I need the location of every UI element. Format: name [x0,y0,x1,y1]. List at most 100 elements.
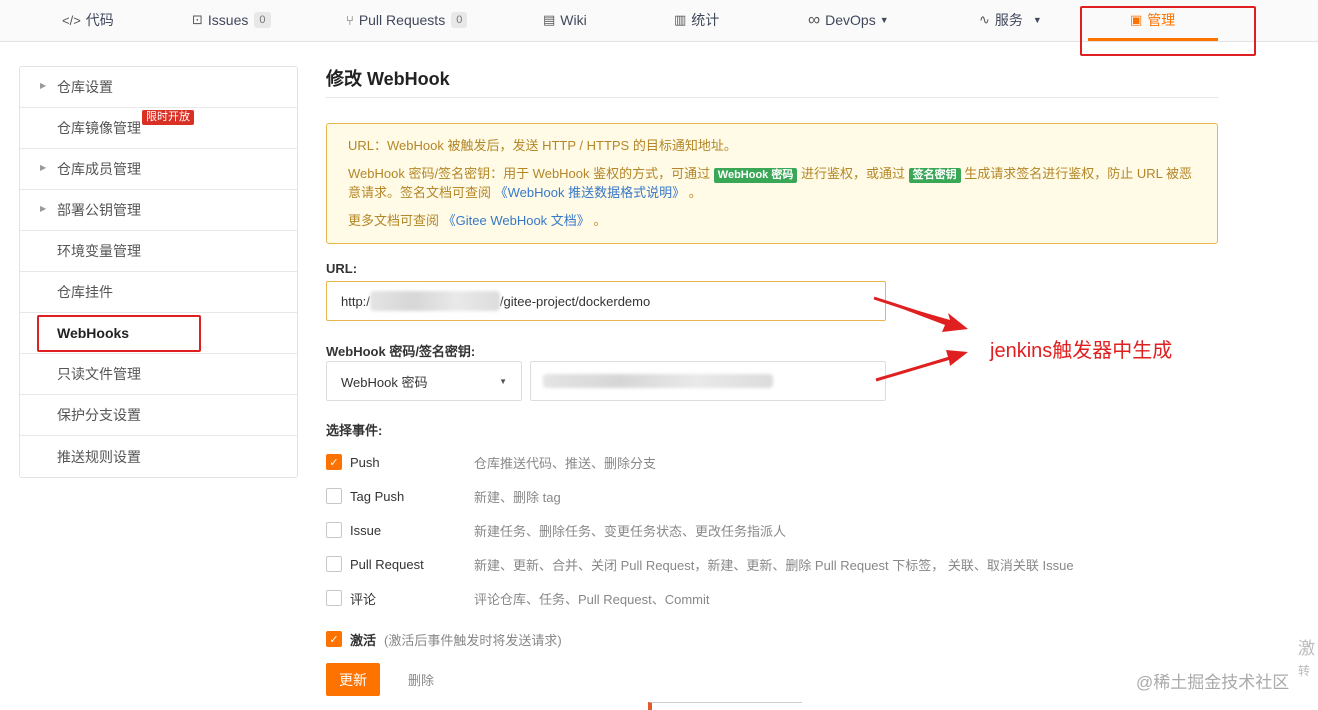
event-desc: 评论仓库、任务、Pull Request、Commit [474,591,710,607]
secret-type-value: WebHook 密码 [341,374,428,390]
sidebar-item-label: 仓库挂件 [57,284,113,300]
sidebar-item-widgets[interactable]: 仓库挂件 [20,272,297,313]
highlight-box-manage [1080,6,1256,56]
watermark: @稀土掘金技术社区 [1136,673,1290,692]
notice-text: 更多文档可查阅 [348,213,440,228]
sidebar-item-label: 部署公钥管理 [57,202,141,218]
event-desc: 仓库推送代码、推送、删除分支 [474,455,657,471]
settings-sidebar: ▶ 仓库设置 仓库镜像管理 限时开放 ▶ 仓库成员管理 ▶ 部署公钥管理 环境变… [19,66,298,478]
sidebar-item-label: 只读文件管理 [57,366,141,382]
tab-wiki-label: Wiki [560,12,587,28]
notice-secret-text: WebHook 密码/签名密钥：用于 WebHook 鉴权的方式，可通过 Web… [348,164,1196,202]
watermark-side: 激 [1298,639,1315,658]
notice-more-docs: 更多文档可查阅 《Gitee WebHook 文档》 。 [348,211,1196,230]
delete-button[interactable]: 删除 [394,663,448,696]
event-name: Push [350,454,380,470]
tab-services[interactable]: ∿ 服务 ▼ [979,0,1042,40]
webhook-format-doc-link[interactable]: 《WebHook 推送数据格式说明》 [495,185,685,200]
events-label: 选择事件: [326,423,383,438]
activate-checkbox[interactable]: ✓ [326,631,342,647]
activate-hint: (激活后事件触发时将发送请求) [384,632,562,648]
activate-label: 激活 [350,632,377,648]
tab-code[interactable]: </> 代码 [62,0,114,40]
tab-services-label: 服务 [994,12,1023,28]
sidebar-item-repo-settings[interactable]: ▶ 仓库设置 [20,67,297,108]
event-issue-row[interactable]: Issue 新建任务、删除任务、变更任务状态、更改任务指派人 [326,520,786,540]
caret-right-icon: ▶ [40,163,47,172]
event-pull-request-row[interactable]: Pull Request 新建、更新、合并、关闭 Pull Request，新建… [326,554,1074,574]
event-name: Issue [350,522,382,538]
limited-open-badge: 限时开放 [142,110,194,125]
sidebar-item-label: 推送规则设置 [57,448,141,465]
sidebar-item-deploy-keys[interactable]: ▶ 部署公钥管理 [20,190,297,231]
notice-url-text: URL：WebHook 被触发后，发送 HTTP / HTTPS 的目标通知地址… [348,138,737,153]
chevron-down-icon: ▼ [499,376,507,386]
comment-checkbox[interactable] [326,590,342,606]
sidebar-item-label: 仓库成员管理 [57,161,141,177]
wiki-icon: ▤ [543,12,556,27]
caret-right-icon: ▶ [40,204,47,213]
issue-checkbox[interactable] [326,522,342,538]
sidebar-item-push-rules[interactable]: 推送规则设置 [20,436,297,477]
cropped-footer-element [648,702,802,710]
sidebar-item-label: 仓库设置 [57,79,113,95]
gitee-webhook-doc-link[interactable]: 《Gitee WebHook 文档》 [443,213,590,228]
tab-stats-label: 统计 [691,12,720,28]
notice-text: 进行鉴权，或通过 [800,166,905,181]
secret-input[interactable] [530,361,886,401]
arrow-to-secret [876,350,968,380]
tab-pull-requests[interactable]: ⑂ Pull Requests 0 [346,0,468,40]
annotation-text: jenkins触发器中生成 [990,340,1173,362]
url-input[interactable]: http:/ /gitee-project/dockerdemo [326,281,886,321]
tab-issues[interactable]: ⊡ Issues 0 [192,0,271,40]
tab-code-label: 代码 [85,12,114,28]
tag-push-checkbox[interactable] [326,488,342,504]
sidebar-item-mirror[interactable]: 仓库镜像管理 限时开放 [20,108,297,149]
tab-devops-label: DevOps [825,12,876,28]
sidebar-item-readonly-files[interactable]: 只读文件管理 [20,354,297,395]
event-tag-push-row[interactable]: Tag Push 新建、删除 tag [326,486,561,506]
sidebar-item-members[interactable]: ▶ 仓库成员管理 [20,149,297,190]
event-name: Tag Push [350,488,405,504]
page-title: 修改 WebHook [326,66,1218,98]
infinity-icon: ∞ [808,10,821,29]
sidebar-item-env-vars[interactable]: 环境变量管理 [20,231,297,272]
update-button[interactable]: 更新 [326,663,380,696]
chevron-down-icon: ▼ [879,15,889,25]
push-checkbox[interactable]: ✓ [326,454,342,470]
code-icon: </> [62,12,81,28]
tab-devops[interactable]: ∞ DevOps ▼ [808,0,889,40]
pull-request-checkbox[interactable] [326,556,342,572]
event-desc: 新建、删除 tag [474,489,561,505]
activate-row[interactable]: ✓ 激活 (激活后事件触发时将发送请求) [326,629,562,649]
webhook-edit-form: 修改 WebHook URL：WebHook 被触发后，发送 HTTP / HT… [326,66,1218,696]
url-prefix: http:/ [341,293,370,309]
tab-stats[interactable]: ▥ 统计 [674,0,719,40]
pull-request-icon: ⑂ [346,12,354,28]
watermark-side: 转 [1298,664,1311,678]
event-comment-row[interactable]: 评论 评论仓库、任务、Pull Request、Commit [326,588,710,608]
stats-icon: ▥ [674,12,687,27]
pulse-icon: ∿ [979,12,990,27]
url-label: URL: [326,261,358,276]
arrow-to-url [874,298,968,332]
secret-type-select[interactable]: WebHook 密码 ▼ [326,361,522,401]
info-notice: URL：WebHook 被触发后，发送 HTTP / HTTPS 的目标通知地址… [326,123,1218,244]
secret-label: WebHook 密码/签名密钥: [326,344,476,359]
tab-issues-label: Issues [207,12,249,28]
signature-key-tag: 签名密钥 [908,168,961,183]
redacted-host [369,291,500,311]
notice-text: WebHook 密码/签名密钥：用于 WebHook 鉴权的方式，可通过 [348,166,711,181]
sidebar-item-label: 保护分支设置 [57,407,141,423]
webhook-password-tag: WebHook 密码 [713,168,798,183]
issues-count-badge: 0 [254,12,271,28]
pull-requests-count-badge: 0 [451,12,468,28]
sidebar-item-label: 环境变量管理 [57,243,141,259]
tab-wiki[interactable]: ▤ Wiki [543,0,587,40]
sidebar-item-protected-branches[interactable]: 保护分支设置 [20,395,297,436]
redacted-secret [543,374,773,388]
tab-pull-requests-label: Pull Requests [358,12,446,28]
event-name: Pull Request [350,556,424,572]
event-push-row[interactable]: ✓ Push 仓库推送代码、推送、删除分支 [326,452,656,472]
notice-text: 。 [688,185,702,200]
